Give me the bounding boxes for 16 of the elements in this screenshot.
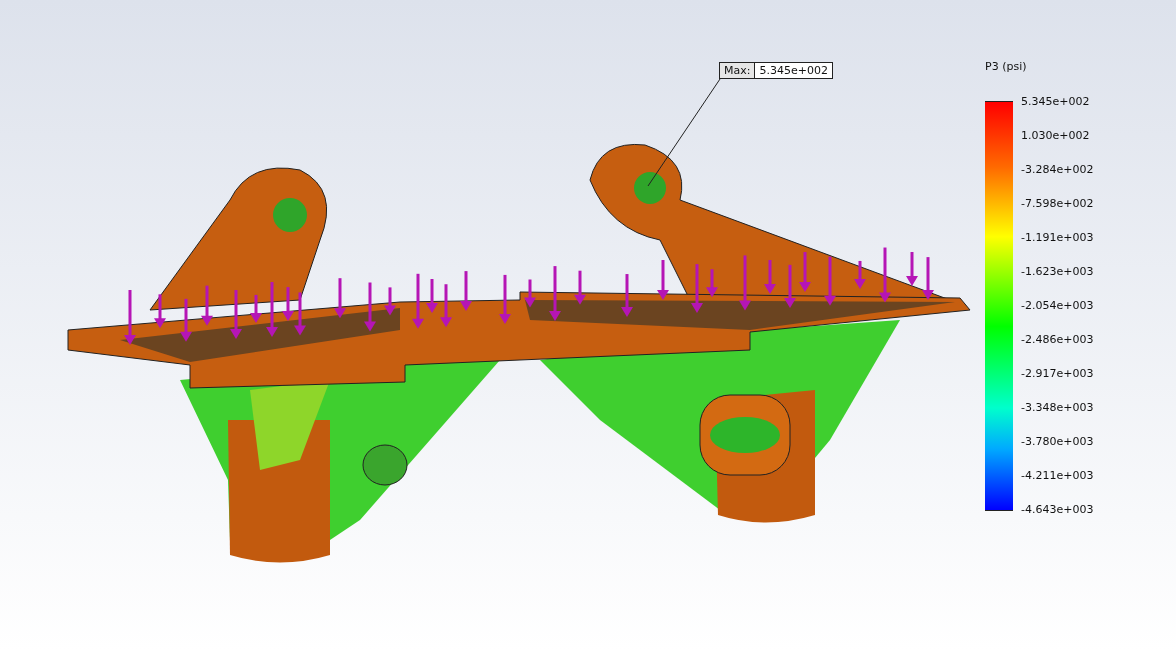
legend-value: -3.780e+003	[1021, 435, 1094, 450]
legend-value: -3.284e+002	[1021, 163, 1094, 178]
legend-value: 1.030e+002	[1021, 129, 1091, 144]
legend-value: -7.598e+002	[1021, 197, 1094, 212]
probe-label: Max:	[720, 63, 756, 78]
legend-title: P3 (psi)	[985, 60, 1028, 73]
legend-value: -4.211e+003	[1021, 469, 1094, 484]
legend-value: -2.054e+003	[1021, 299, 1094, 314]
legend-value: -3.348e+003	[1021, 401, 1094, 416]
probe-value: 5.345e+002	[758, 63, 829, 78]
legend-value: -4.643e+003	[1021, 503, 1094, 518]
legend-value: -2.917e+003	[1021, 367, 1094, 382]
legend-value: 5.345e+002	[1021, 95, 1091, 110]
legend-value: -1.191e+003	[1021, 231, 1094, 246]
legend-value: -2.486e+003	[1021, 333, 1094, 348]
legend-value: -1.623e+003	[1021, 265, 1094, 280]
